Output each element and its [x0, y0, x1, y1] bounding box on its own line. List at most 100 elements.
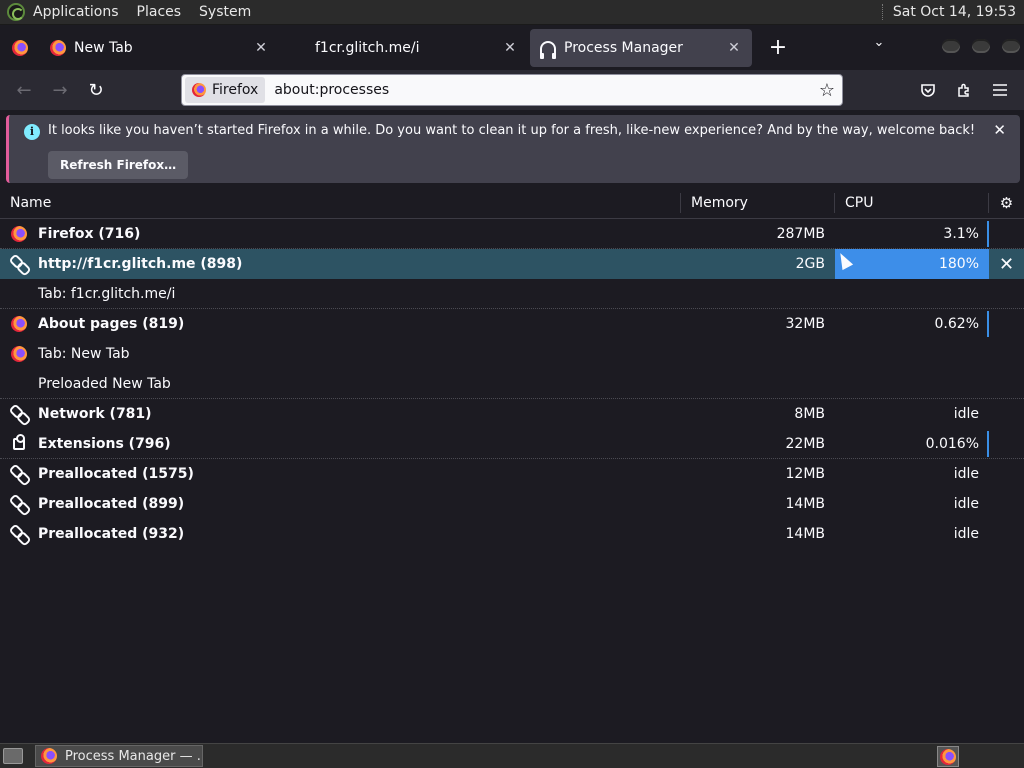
table-row[interactable]: Preallocated (1575) 12MB idle: [0, 459, 1024, 489]
process-cpu: 3.1%: [835, 219, 989, 249]
new-tab-button[interactable]: +: [762, 32, 794, 64]
clock[interactable]: Sat Oct 14, 19:53: [893, 4, 1016, 20]
firefox-icon: [41, 748, 57, 764]
notification-message: It looks like you haven’t started Firefo…: [48, 123, 976, 138]
row-icon-cell: [0, 257, 38, 271]
table-row[interactable]: http://f1cr.glitch.me (898) 2GB 180% ✕: [0, 249, 1024, 279]
identity-box[interactable]: Firefox: [185, 77, 266, 103]
process-cpu: idle: [835, 459, 989, 489]
firefox-icon: [192, 83, 206, 97]
url-input[interactable]: about:processes: [274, 82, 812, 98]
maximize-button[interactable]: [972, 39, 990, 53]
info-icon: i: [24, 124, 40, 140]
process-cpu-value: idle: [953, 496, 979, 512]
process-cpu: 180%: [835, 249, 989, 279]
distro-logo-icon[interactable]: [7, 3, 25, 21]
url-bar[interactable]: Firefox about:processes ☆: [181, 74, 843, 106]
extensions-icon: [958, 83, 969, 97]
firefox-icon: [11, 225, 27, 242]
taskbar-item-process-manager[interactable]: Process Manager — ...: [35, 745, 203, 767]
process-name: Preloaded New Tab: [38, 375, 171, 392]
table-row[interactable]: Preallocated (932) 14MB idle: [0, 519, 1024, 549]
table-body: Firefox (716) 287MB 3.1% http://f1cr.glitch…: [0, 219, 1024, 549]
hamburger-menu-icon: [993, 84, 1007, 96]
link-icon: [9, 404, 29, 424]
tab-close-icon[interactable]: ✕: [502, 40, 518, 56]
tab-title: f1cr.glitch.me/i: [315, 39, 420, 56]
table-row[interactable]: Preallocated (899) 14MB idle: [0, 489, 1024, 519]
system-menu[interactable]: System: [199, 4, 251, 20]
table-row[interactable]: Preloaded New Tab: [0, 369, 1024, 399]
list-all-tabs-button[interactable]: ⌄: [868, 35, 890, 59]
process-cpu-value: idle: [953, 406, 979, 422]
process-manager-icon: [540, 40, 556, 59]
process-memory: 14MB: [785, 526, 826, 542]
column-header-memory[interactable]: Memory: [681, 193, 835, 213]
cpu-usage-bar: [987, 430, 989, 457]
row-icon-cell: [0, 225, 38, 242]
firefox-view-button[interactable]: [0, 25, 40, 70]
tab-close-icon[interactable]: ✕: [726, 40, 742, 56]
firefox-icon: [12, 39, 28, 56]
process-cpu: [835, 279, 989, 309]
back-button[interactable]: ←: [6, 74, 42, 106]
process-cpu: idle: [835, 399, 989, 429]
places-menu[interactable]: Places: [137, 4, 182, 20]
process-memory: 32MB: [785, 316, 826, 332]
process-cpu: 0.016%: [835, 429, 989, 459]
applications-menu[interactable]: Applications: [33, 4, 119, 20]
table-row[interactable]: Extensions (796) 22MB 0.016%: [0, 429, 1024, 459]
kill-process-button[interactable]: ✕: [989, 254, 1024, 275]
tab-title: Process Manager: [564, 39, 683, 56]
extension-puzzle-icon: [13, 433, 25, 450]
process-memory: 14MB: [785, 496, 826, 512]
refresh-firefox-button[interactable]: Refresh Firefox…: [48, 151, 189, 179]
row-icon-cell: [0, 527, 38, 541]
process-name: Tab: f1cr.glitch.me/i: [38, 285, 176, 302]
process-cpu: [835, 369, 989, 399]
table-row[interactable]: Tab: f1cr.glitch.me/i: [0, 279, 1024, 309]
process-memory: 2GB: [795, 256, 825, 272]
row-icon-cell: [0, 497, 38, 511]
tab-glitch[interactable]: f1cr.glitch.me/i ✕: [281, 29, 528, 67]
settings-gear-icon[interactable]: ⚙: [989, 194, 1024, 212]
close-window-button[interactable]: [1002, 39, 1020, 53]
column-header-cpu[interactable]: CPU: [835, 193, 989, 213]
process-cpu-value: 180%: [938, 256, 979, 272]
process-table: Name Memory CPU ⚙ Firefox (716) 287MB 3.1%…: [0, 188, 1024, 549]
column-header-name[interactable]: Name: [0, 193, 681, 213]
extensions-button[interactable]: [950, 76, 978, 104]
table-row[interactable]: Tab: New Tab: [0, 339, 1024, 369]
process-name: Firefox (716): [38, 225, 141, 242]
table-row[interactable]: Network (781) 8MB idle: [0, 399, 1024, 429]
process-memory: 12MB: [785, 466, 826, 482]
process-memory: 22MB: [785, 435, 826, 452]
tab-bar: New Tab ✕ f1cr.glitch.me/i ✕ Process Man…: [0, 25, 1024, 70]
minimize-button[interactable]: [942, 39, 960, 53]
tab-close-icon[interactable]: ✕: [253, 40, 269, 56]
table-row[interactable]: Firefox (716) 287MB 3.1%: [0, 219, 1024, 249]
show-desktop-button[interactable]: [3, 748, 23, 764]
row-icon-cell: [0, 346, 38, 362]
table-row[interactable]: About pages (819) 32MB 0.62%: [0, 309, 1024, 339]
workspace-switcher[interactable]: [937, 746, 959, 767]
process-cpu-value: 3.1%: [943, 225, 979, 242]
pocket-button[interactable]: [914, 76, 942, 104]
process-name: Extensions (796): [38, 435, 171, 452]
process-cpu: [835, 339, 989, 369]
tab-new-tab[interactable]: New Tab ✕: [40, 29, 279, 67]
reload-button[interactable]: ↻: [78, 74, 114, 106]
refresh-notification: i It looks like you haven’t started Fire…: [6, 115, 1020, 183]
link-icon: [9, 494, 29, 514]
cpu-usage-bar: [987, 220, 989, 247]
close-notification-icon[interactable]: ✕: [993, 121, 1006, 139]
link-icon: [9, 524, 29, 544]
tab-process-manager[interactable]: Process Manager ✕: [530, 28, 752, 67]
process-name: Network (781): [38, 406, 152, 422]
taskbar-item-label: Process Manager — ...: [65, 748, 203, 764]
forward-button[interactable]: →: [42, 74, 78, 106]
pocket-icon: [921, 84, 935, 97]
app-menu-button[interactable]: [986, 76, 1014, 104]
bookmark-star-icon[interactable]: ☆: [812, 80, 842, 101]
cpu-usage-bar: [987, 311, 989, 337]
